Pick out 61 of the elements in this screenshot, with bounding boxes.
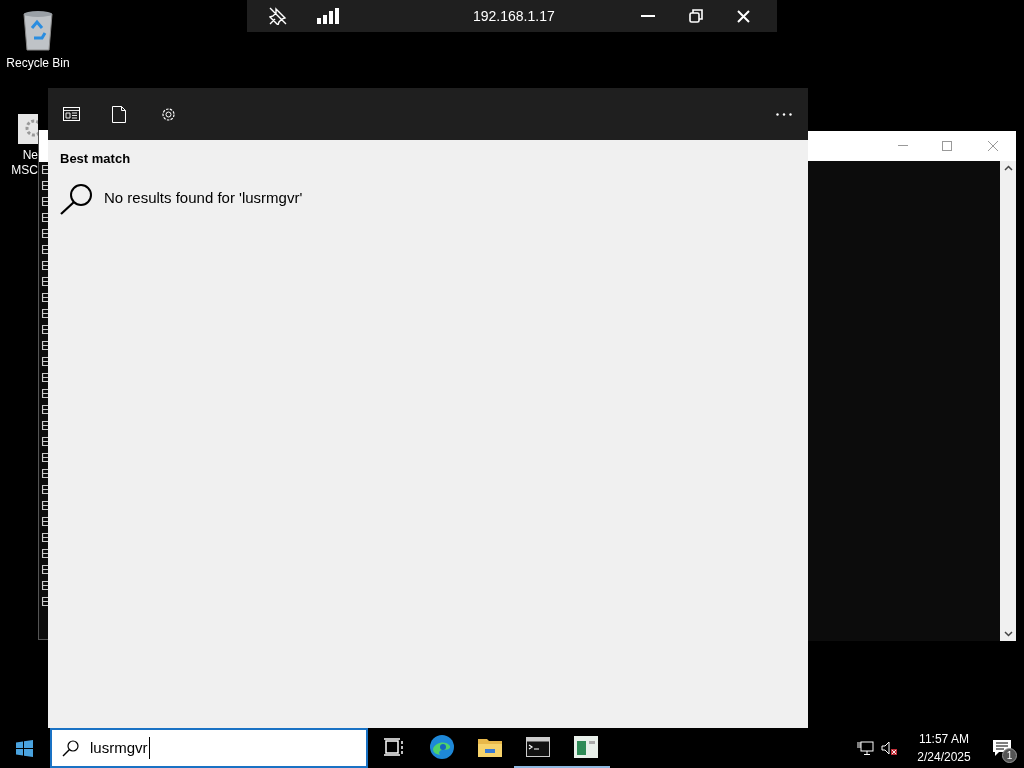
console-line: E xyxy=(41,594,49,610)
console-line: E xyxy=(41,514,49,530)
windows-logo-icon xyxy=(15,739,33,757)
console-line: E xyxy=(41,338,49,354)
console-line: E xyxy=(41,258,49,274)
connection-address: 192.168.1.17 xyxy=(473,6,555,26)
scroll-up-icon[interactable] xyxy=(1003,165,1013,171)
terminal-icon xyxy=(526,737,550,757)
console-line: E xyxy=(41,530,49,546)
console-line: E xyxy=(41,482,49,498)
server-manager-icon xyxy=(574,736,598,758)
desktop-icon-label: Recycle Bin xyxy=(6,56,70,71)
console-line: E xyxy=(41,322,49,338)
search-field[interactable]: lusrmgvr xyxy=(50,728,368,768)
network-icon[interactable] xyxy=(857,740,874,756)
console-line: E xyxy=(41,274,49,290)
console-line: E xyxy=(41,498,49,514)
minimize-icon[interactable] xyxy=(640,15,655,17)
search-icon xyxy=(60,182,94,215)
app-window-icon[interactable] xyxy=(63,107,80,121)
signal-icon[interactable] xyxy=(317,8,339,24)
console-line: E xyxy=(41,418,49,434)
console-line: E xyxy=(41,226,49,242)
console-line: E xyxy=(41,562,49,578)
more-icon[interactable] xyxy=(776,112,792,116)
no-results-message: No results found for 'lusrmgvr' xyxy=(104,188,303,209)
console-line: E xyxy=(41,210,49,226)
console-line: E xyxy=(41,466,49,482)
console-line: E xyxy=(41,178,49,194)
console-line: E xyxy=(41,306,49,322)
scroll-down-icon[interactable] xyxy=(1003,631,1013,637)
clock[interactable]: 11:57 AM 2/24/2025 xyxy=(908,730,980,766)
console-line: E xyxy=(41,386,49,402)
notification-badge: 1 xyxy=(1002,748,1017,763)
search-text: lusrmgvr xyxy=(90,736,150,760)
pin-icon[interactable] xyxy=(269,7,287,25)
console-line: E xyxy=(41,578,49,594)
task-view-icon xyxy=(384,738,404,756)
section-title: Best match xyxy=(60,150,132,168)
console-line: E xyxy=(41,162,49,178)
console-line: E xyxy=(41,370,49,386)
settings-icon[interactable] xyxy=(160,105,177,123)
volume-muted-icon[interactable] xyxy=(881,740,898,756)
console-line: E xyxy=(41,194,49,210)
console-line: E xyxy=(41,434,49,450)
console-line: E xyxy=(41,242,49,258)
console-line: E xyxy=(41,402,49,418)
browser-icon xyxy=(429,734,455,760)
console-line: E xyxy=(41,546,49,562)
clock-time: 11:57 AM xyxy=(919,731,969,748)
clock-date: 2/24/2025 xyxy=(917,749,971,766)
folder-icon xyxy=(478,737,502,757)
document-icon[interactable] xyxy=(112,105,126,123)
desktop-icon-label: Ne MSC xyxy=(11,148,38,178)
console-line: E xyxy=(41,290,49,306)
maximize-icon[interactable] xyxy=(942,141,952,151)
scrollbar[interactable] xyxy=(1000,161,1016,641)
search-icon xyxy=(62,739,79,757)
restore-icon[interactable] xyxy=(688,9,703,23)
console-line: E xyxy=(41,354,49,370)
console-line: E xyxy=(41,450,49,466)
